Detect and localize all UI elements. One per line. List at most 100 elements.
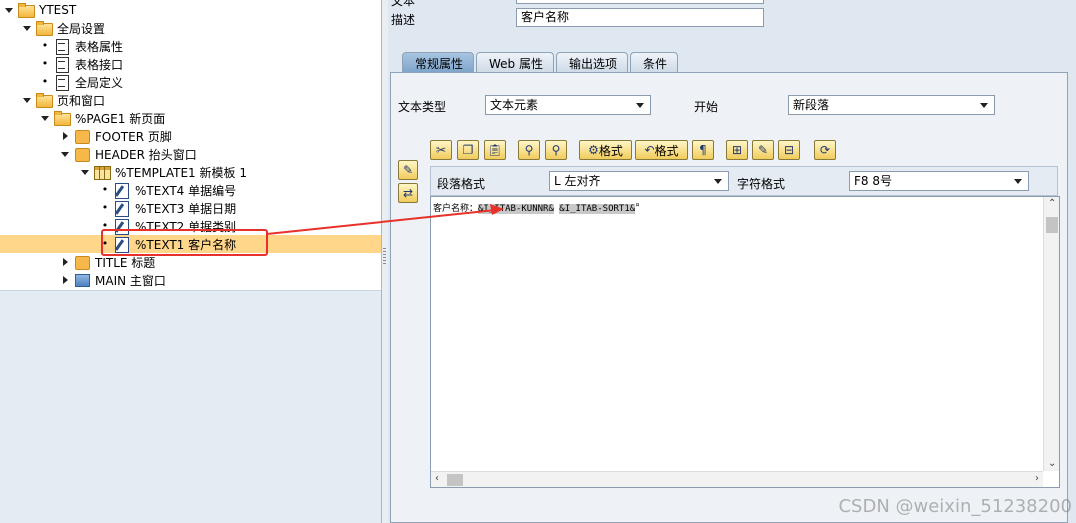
tab-general-attributes[interactable]: 常规属性 xyxy=(402,52,475,72)
binoculars-icon: ⚲ xyxy=(524,143,534,157)
watermark: CSDN @weixin_51238200 xyxy=(838,496,1072,517)
edit-button[interactable]: ✎ xyxy=(752,140,774,160)
pencil-icon: ✎ xyxy=(402,163,414,177)
horizontal-scrollbar[interactable]: ‹ › xyxy=(431,471,1043,487)
splitter-grip-icon[interactable] xyxy=(383,248,386,266)
tree-node-label: 全局定义 xyxy=(75,75,124,90)
window-folder-icon xyxy=(74,255,90,270)
paste-button[interactable]: 📋︎ xyxy=(484,140,506,160)
paragraph-format-value: L 左对齐 xyxy=(554,174,601,188)
editor-field-sort1[interactable]: &I_ITAB-SORT1& xyxy=(559,204,636,214)
detail-pane: 文本 描述 客户名称 常规属性 Web 属性 输出选项 条件 文本类型 文本元素… xyxy=(388,0,1076,523)
bullet-icon: • xyxy=(41,57,49,70)
navigation-tree: YTEST 全局设置 • 表格属性 • 表格接口 • 全局定义 页和窗口 %PA… xyxy=(0,0,382,523)
tree-node-form-interface[interactable]: • 表格接口 xyxy=(0,55,381,73)
start-label: 开始 xyxy=(694,100,719,114)
tree-node-global-settings[interactable]: 全局设置 xyxy=(0,19,381,37)
collapse-arrow-icon[interactable] xyxy=(60,131,70,141)
tree-node-page1[interactable]: %PAGE1 新页面 xyxy=(0,109,381,127)
window-folder-icon xyxy=(74,129,90,144)
tree-node-text4[interactable]: • %TEXT4 单据编号 xyxy=(0,181,381,199)
character-format-select[interactable]: F8 8号 xyxy=(849,171,1029,191)
tree-node-text3[interactable]: • %TEXT3 单据日期 xyxy=(0,199,381,217)
tab-output-options[interactable]: 输出选项 xyxy=(556,52,629,72)
folder-open-icon xyxy=(36,21,53,36)
tree-node-label: HEADER 抬头窗口 xyxy=(95,147,197,162)
tree-node-main[interactable]: MAIN 主窗口 xyxy=(0,271,381,289)
tree-node-label: 表格属性 xyxy=(75,39,124,54)
scroll-down-icon[interactable]: ⌄ xyxy=(1048,459,1056,469)
text-type-select[interactable]: 文本元素 xyxy=(485,95,651,115)
paragraph-mark-button[interactable]: ¶ xyxy=(692,140,714,160)
dropdown-arrow-icon[interactable] xyxy=(980,103,988,108)
vertical-scrollbar[interactable]: ⌃ ⌄ xyxy=(1043,197,1059,471)
format-bar: 段落格式 L 左对齐 字符格式 F8 8号 xyxy=(430,166,1058,196)
graphical-editor-button[interactable]: ⟳ xyxy=(814,140,836,160)
tree-node-label: 全局设置 xyxy=(57,21,106,36)
expand-arrow-icon[interactable] xyxy=(40,113,50,123)
cut-button[interactable]: ✂ xyxy=(430,140,452,160)
tree-node-form-attributes[interactable]: • 表格属性 xyxy=(0,37,381,55)
expand-arrow-icon[interactable] xyxy=(22,23,32,33)
expand-arrow-icon[interactable] xyxy=(4,5,14,15)
collapse-arrow-icon[interactable] xyxy=(60,257,70,267)
copy-button[interactable]: ❐ xyxy=(457,140,479,160)
expand-arrow-icon[interactable] xyxy=(80,167,90,177)
expand-arrow-icon[interactable] xyxy=(60,149,70,159)
tree-node-label: YTEST xyxy=(39,3,77,17)
tree-node-header[interactable]: HEADER 抬头窗口 xyxy=(0,145,381,163)
tab-web-attributes[interactable]: Web 属性 xyxy=(476,52,554,72)
document-icon xyxy=(54,75,70,91)
bullet-icon: • xyxy=(101,237,109,250)
dropdown-arrow-icon[interactable] xyxy=(714,179,722,184)
text-type-label: 文本类型 xyxy=(398,100,447,114)
editor-field-kunnr[interactable]: &I_ITAB-KUNNR& xyxy=(478,204,554,214)
insert-field-button[interactable]: ⊞ xyxy=(726,140,748,160)
tree-node-ytest[interactable]: YTEST xyxy=(0,1,381,19)
edit-text-button[interactable]: ✎ xyxy=(398,160,418,180)
character-format-value: F8 8号 xyxy=(854,174,892,188)
find-next-button[interactable]: ⚲ xyxy=(545,140,567,160)
tree-empty-area xyxy=(0,290,381,523)
delete-field-icon: ⊟ xyxy=(783,143,795,157)
format-button-1[interactable]: ⚙ 格式 xyxy=(579,140,632,160)
scroll-right-icon[interactable]: › xyxy=(1035,474,1039,484)
expand-arrow-icon[interactable] xyxy=(22,95,32,105)
dropdown-arrow-icon[interactable] xyxy=(1014,179,1022,184)
tree-node-label: 页和窗口 xyxy=(57,93,106,108)
description-input[interactable]: 客户名称 xyxy=(516,8,764,27)
collapse-arrow-icon[interactable] xyxy=(60,275,70,285)
tree-node-pages-windows[interactable]: 页和窗口 xyxy=(0,91,381,109)
scroll-left-icon[interactable]: ‹ xyxy=(435,474,439,484)
paste-icon: 📋︎ xyxy=(487,143,503,157)
scroll-up-icon[interactable]: ⌃ xyxy=(1048,199,1056,209)
start-select[interactable]: 新段落 xyxy=(788,95,995,115)
bullet-icon: • xyxy=(41,39,49,52)
tree-node-footer[interactable]: FOOTER 页脚 xyxy=(0,127,381,145)
delete-field-button[interactable]: ⊟ xyxy=(778,140,800,160)
name-input[interactable] xyxy=(516,0,764,4)
text-module-button[interactable]: ⇄ xyxy=(398,183,418,203)
tree-node-title[interactable]: TITLE 标题 xyxy=(0,253,381,271)
undo-icon: ↶ xyxy=(644,143,655,157)
format-button-2[interactable]: ↶ 格式 xyxy=(635,140,688,160)
text-edit-icon xyxy=(114,183,130,199)
tree-node-text2[interactable]: • %TEXT2 单据类别 xyxy=(0,217,381,235)
tree-node-label: %TEXT4 单据编号 xyxy=(135,183,237,198)
tree-node-label: FOOTER 页脚 xyxy=(95,129,172,144)
text-editor[interactable]: 客户名称：&I_ITAB-KUNNR& &I_ITAB-SORT1&¤ ⌃ ⌄ … xyxy=(430,196,1060,488)
tab-conditions[interactable]: 条件 xyxy=(630,52,679,72)
tree-node-template1[interactable]: %TEMPLATE1 新模板 1 xyxy=(0,163,381,181)
editor-content[interactable]: 客户名称：&I_ITAB-KUNNR& &I_ITAB-SORT1&¤ xyxy=(433,200,640,214)
text-edit-icon xyxy=(114,237,130,253)
bullet-icon: • xyxy=(101,201,109,214)
scroll-thumb[interactable] xyxy=(1046,217,1058,233)
tree-node-label: TITLE 标题 xyxy=(95,255,156,270)
tree-node-text1[interactable]: • %TEXT1 客户名称 xyxy=(0,235,381,253)
paragraph-format-select[interactable]: L 左对齐 xyxy=(549,171,729,191)
dropdown-arrow-icon[interactable] xyxy=(636,103,644,108)
folder-open-icon xyxy=(18,3,35,18)
find-button[interactable]: ⚲ xyxy=(518,140,540,160)
scroll-thumb[interactable] xyxy=(447,474,463,486)
tree-node-global-definitions[interactable]: • 全局定义 xyxy=(0,73,381,91)
